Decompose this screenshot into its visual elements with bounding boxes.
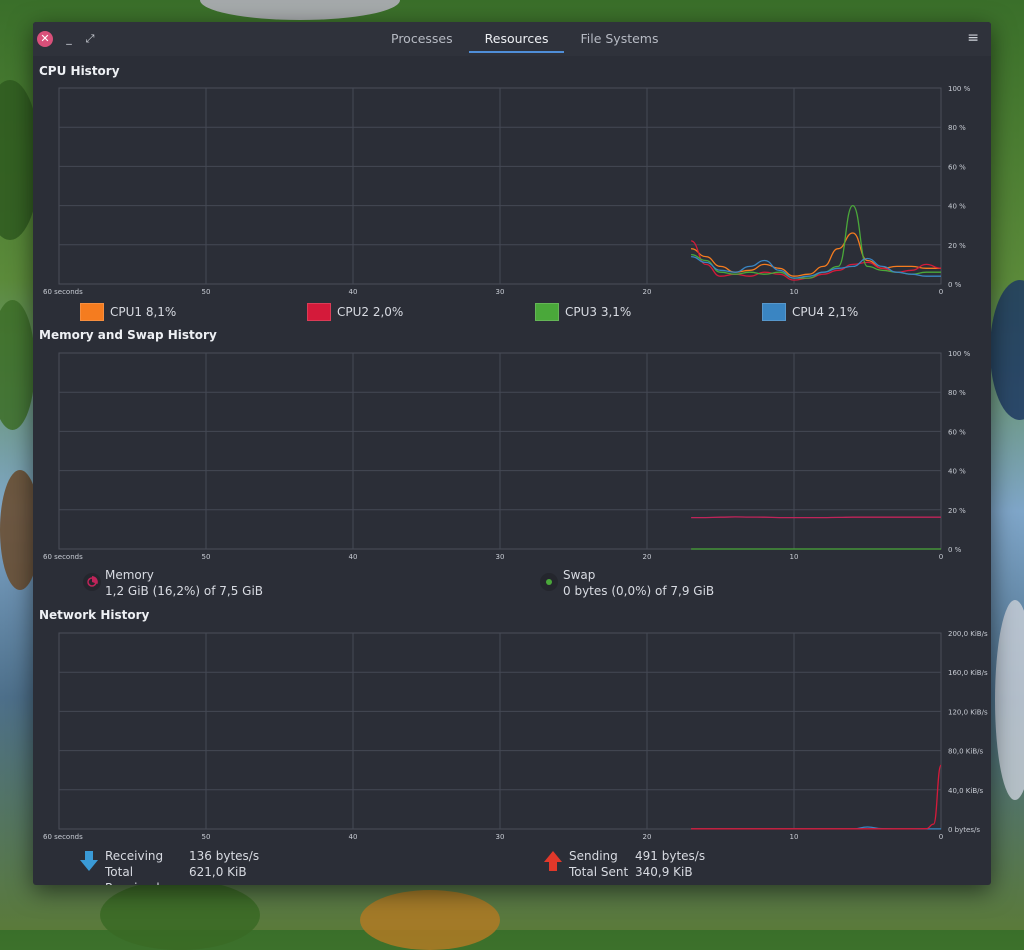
memory-y-tick-label: 20 %: [948, 507, 966, 515]
receiving-arrow-icon[interactable]: [80, 851, 98, 871]
background-foliage: [100, 880, 260, 950]
network-history-graph: 60 seconds 50 40 30 20 10 0 200,0 KiB/s 160,0 Ki…: [43, 630, 988, 841]
cpu3-color-swatch[interactable]: [535, 303, 559, 321]
cpu1-legend-label: CPU1 8,1%: [110, 305, 177, 319]
network-x-tick-label: 10: [790, 833, 799, 841]
memory-y-tick-label: 40 %: [948, 468, 966, 476]
cpu-x-tick-label: 50: [202, 288, 211, 296]
cpu-y-tick-label: 20 %: [948, 242, 966, 250]
minimize-icon[interactable]: _: [61, 31, 77, 47]
total-received-value: 621,0 KiB: [189, 865, 247, 879]
legend-cpu3: CPU3 3,1%: [535, 303, 631, 321]
legend-cpu4: CPU4 2,1%: [762, 303, 858, 321]
memory-value: 1,2 GiB (16,2%) of 7,5 GiB: [105, 584, 264, 598]
cpu-x-tick-label: 20: [643, 288, 652, 296]
background-foliage: [360, 890, 500, 950]
cpu-history-graph: 60 seconds 50 40 30 20 10 0 100 % 80 % 60 % 40 % 20…: [43, 85, 971, 296]
sending-label: Sending: [569, 849, 618, 863]
cpu4-color-swatch[interactable]: [762, 303, 786, 321]
memory-x-tick-label: 40: [349, 553, 358, 561]
title-bar: ✕ _ ⤢ Processes Resources File Systems ≡: [33, 22, 991, 56]
memory-history-title: Memory and Swap History: [39, 328, 217, 342]
network-x-tick-label: 0: [939, 833, 943, 841]
cpu-x-tick-label: 30: [496, 288, 505, 296]
swap-pie-icon[interactable]: [540, 573, 558, 591]
legend-cpu1: CPU1 8,1%: [80, 303, 176, 321]
swap-label: Swap: [563, 568, 596, 582]
memory-pie-icon[interactable]: [83, 573, 101, 591]
cpu1-color-swatch[interactable]: [80, 303, 104, 321]
cpu4-legend-label: CPU4 2,1%: [792, 305, 859, 319]
background-foliage: [990, 280, 1024, 420]
memory-history-graph: 60 seconds 50 40 30 20 10 0 100 % 80 % 60 % 40 % 20…: [43, 350, 971, 561]
background-foliage: [200, 0, 400, 20]
maximize-icon[interactable]: ⤢: [82, 31, 98, 47]
memory-info: Memory 1,2 GiB (16,2%) of 7,5 GiB: [105, 567, 263, 599]
cpu2-legend-label: CPU2 2,0%: [337, 305, 404, 319]
cpu-y-tick-label: 40 %: [948, 203, 966, 211]
sending-arrow-icon[interactable]: [544, 851, 562, 871]
cpu-y-tick-label: 80 %: [948, 124, 966, 132]
total-sent-label: Total Sent: [569, 865, 629, 879]
cpu-history-title: CPU History: [39, 64, 120, 78]
system-monitor-window: ✕ _ ⤢ Processes Resources File Systems ≡…: [33, 22, 991, 885]
memory-x-tick-label: 0: [939, 553, 943, 561]
memory-x-tick-label: 20: [643, 553, 652, 561]
network-y-tick-label: 120,0 KiB/s: [948, 708, 988, 716]
background-foliage: [0, 300, 35, 430]
network-x-tick-label: 30: [496, 833, 505, 841]
background-foliage: [995, 600, 1024, 800]
memory-series-memory-line: [691, 516, 941, 519]
network-y-tick-label: 160,0 KiB/s: [948, 669, 988, 677]
cpu-y-tick-label: 0 %: [948, 281, 962, 289]
memory-y-tick-label: 60 %: [948, 428, 966, 436]
tab-processes[interactable]: Processes: [375, 22, 469, 56]
network-y-tick-label: 40,0 KiB/s: [948, 787, 984, 795]
tab-bar: Processes Resources File Systems: [375, 22, 674, 56]
memory-x-tick-label: 10: [790, 553, 799, 561]
memory-y-tick-label: 80 %: [948, 389, 966, 397]
swap-value: 0 bytes (0,0%) of 7,9 GiB: [563, 584, 715, 598]
sending-value: 491 bytes/s: [635, 849, 706, 863]
network-x-tick-label: 50: [202, 833, 211, 841]
cpu-x-tick-label: 60 seconds: [43, 288, 83, 296]
memory-y-tick-label: 0 %: [948, 546, 962, 554]
total-received-label: Total Received: [105, 865, 160, 885]
memory-label: Memory: [105, 568, 154, 582]
cpu-x-tick-label: 40: [349, 288, 358, 296]
hamburger-menu-icon[interactable]: ≡: [967, 30, 979, 46]
memory-x-tick-label: 60 seconds: [43, 553, 83, 561]
network-y-tick-label: 200,0 KiB/s: [948, 630, 988, 638]
network-y-tick-label: 80,0 KiB/s: [948, 748, 984, 756]
legend-cpu2: CPU2 2,0%: [307, 303, 403, 321]
cpu3-legend-label: CPU3 3,1%: [565, 305, 632, 319]
receiving-info: Receiving 136 bytes/s Total Received 621,0…: [105, 848, 260, 885]
receiving-label: Receiving: [105, 849, 164, 863]
memory-y-tick-label: 100 %: [948, 350, 971, 358]
tab-file-systems[interactable]: File Systems: [564, 22, 674, 56]
close-icon[interactable]: ✕: [37, 31, 53, 47]
cpu-y-tick-label: 100 %: [948, 85, 971, 93]
network-x-tick-label: 60 seconds: [43, 833, 83, 841]
network-x-tick-label: 20: [643, 833, 652, 841]
cpu-x-tick-label: 10: [790, 288, 799, 296]
memory-x-tick-label: 30: [496, 553, 505, 561]
cpu-x-tick-label: 0: [939, 288, 943, 296]
tab-resources[interactable]: Resources: [468, 22, 565, 56]
memory-x-tick-label: 50: [202, 553, 211, 561]
network-history-title: Network History: [39, 608, 150, 622]
cpu2-color-swatch[interactable]: [307, 303, 331, 321]
swap-info: Swap 0 bytes (0,0%) of 7,9 GiB: [563, 567, 714, 599]
sending-info: Sending 491 bytes/s Total Sent 340,9 KiB: [569, 848, 705, 880]
total-sent-value: 340,9 KiB: [635, 865, 693, 879]
network-x-tick-label: 40: [349, 833, 358, 841]
cpu-y-tick-label: 60 %: [948, 163, 966, 171]
receiving-value: 136 bytes/s: [189, 849, 260, 863]
network-y-tick-label: 0 bytes/s: [948, 826, 980, 834]
